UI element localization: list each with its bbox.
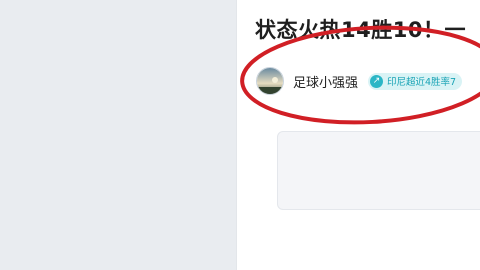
up-arrow-icon: ↗	[370, 74, 384, 88]
left-sidebar	[0, 0, 236, 270]
author-avatar[interactable]	[256, 67, 284, 95]
article-title: 状态火热14胜10！一	[255, 18, 466, 42]
avatar-image	[257, 68, 283, 94]
author-badge-text: 印尼超近4胜率7	[387, 77, 457, 88]
content-card	[277, 131, 480, 210]
author-row[interactable]: 足球小强强 ↗ 印尼超近4胜率7	[256, 64, 463, 98]
author-stats-badge: ↗ 印尼超近4胜率7	[368, 72, 463, 90]
page: 状态火热14胜10！一 足球小强强 ↗ 印尼超近4胜率7	[0, 0, 480, 270]
author-name[interactable]: 足球小强强	[293, 72, 358, 91]
